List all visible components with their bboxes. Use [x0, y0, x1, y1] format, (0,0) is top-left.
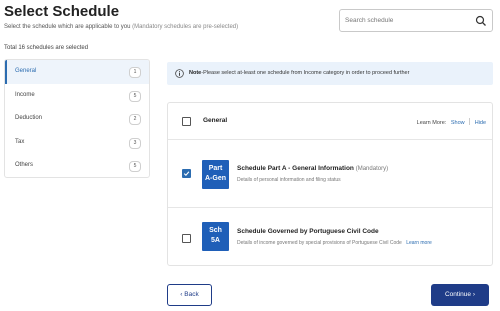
hide-link[interactable]: Hide [475, 120, 486, 126]
subtitle-text: Select the schedule which are applicable… [4, 24, 131, 30]
back-button[interactable]: ‹ Back [167, 284, 212, 306]
schedule-list: General Learn More: Show Hide Part A-Gen… [167, 102, 493, 266]
schedule-desc: Details of income governed by special pr… [237, 240, 432, 246]
count-badge: 1 [129, 67, 141, 78]
search-input[interactable] [345, 14, 469, 27]
schedule-row[interactable]: Part A-Gen Schedule Part A - General Inf… [168, 140, 492, 208]
total-selected: Total 16 schedules are selected [4, 45, 89, 51]
sidebar-item-deduction[interactable]: Deduction 2 [5, 107, 149, 131]
category-sidebar: General 1 Income 5 Deduction 2 Tax 3 Oth… [4, 59, 150, 178]
section-title: General [203, 117, 228, 124]
schedule-checkbox[interactable] [182, 234, 191, 243]
tile-line2: A-Gen [205, 175, 226, 182]
show-link[interactable]: Show [451, 120, 465, 126]
page-title: Select Schedule [4, 3, 120, 20]
sidebar-item-general[interactable]: General 1 [5, 60, 149, 84]
schedule-tile: Part A-Gen [202, 160, 229, 189]
chevron-left-icon: ‹ [180, 291, 183, 298]
search-box[interactable] [339, 9, 493, 32]
count-badge: 5 [129, 90, 141, 102]
sidebar-item-label: General [15, 68, 37, 74]
learn-more-link[interactable]: Learn more [406, 240, 432, 246]
search-icon[interactable] [475, 15, 487, 27]
continue-label: Continue [444, 291, 472, 298]
sidebar-item-label: Others [15, 162, 34, 168]
page-subtitle: Select the schedule which are applicable… [4, 24, 238, 30]
schedule-title: Schedule Part A - General Information (M… [237, 165, 388, 172]
chevron-right-icon: › [472, 291, 475, 298]
count-badge: 2 [129, 114, 141, 125]
schedule-tile: Sch 5A [202, 222, 229, 251]
sidebar-item-label: Deduction [15, 115, 43, 121]
back-label: Back [184, 291, 199, 298]
schedule-checkbox[interactable] [182, 169, 191, 178]
info-icon [175, 69, 184, 78]
divider [469, 118, 471, 125]
sidebar-item-label: Income [15, 91, 35, 98]
mandatory-tag: (Mandatory) [355, 166, 389, 172]
continue-button[interactable]: Continue › [431, 284, 489, 306]
schedule-desc-text: Details of income governed by special pr… [237, 240, 402, 246]
sidebar-item-income[interactable]: Income 5 [5, 84, 149, 108]
tile-line1: Part [208, 165, 223, 172]
note-label: Note [189, 70, 202, 76]
tile-line2: 5A [211, 237, 220, 244]
count-badge: 3 [129, 137, 141, 149]
count-badge: 5 [129, 161, 141, 172]
check-icon [183, 171, 190, 176]
schedule-row[interactable]: Sch 5A Schedule Governed by Portuguese C… [168, 208, 492, 265]
schedule-title-text: Schedule Part A - General Information [237, 165, 354, 172]
section-header: General Learn More: Show Hide [168, 103, 492, 140]
sidebar-item-tax[interactable]: Tax 3 [5, 131, 149, 155]
info-note: Note-Please select at-least one schedule… [167, 62, 493, 85]
schedule-title: Schedule Governed by Portuguese Civil Co… [237, 228, 379, 235]
note-text: -Please select at-least one schedule fro… [201, 70, 410, 76]
subtitle-note: (Mandatory schedules are pre-selected) [132, 24, 239, 30]
learn-more-label: Learn More: [416, 120, 447, 126]
tile-line1: Sch [209, 227, 222, 234]
select-all-checkbox[interactable] [182, 117, 191, 126]
sidebar-item-label: Tax [15, 138, 25, 145]
learn-more-controls: Learn More: Show Hide [417, 118, 486, 126]
sidebar-item-others[interactable]: Others 5 [5, 154, 149, 177]
schedule-desc: Details of personal information and fili… [237, 177, 341, 183]
